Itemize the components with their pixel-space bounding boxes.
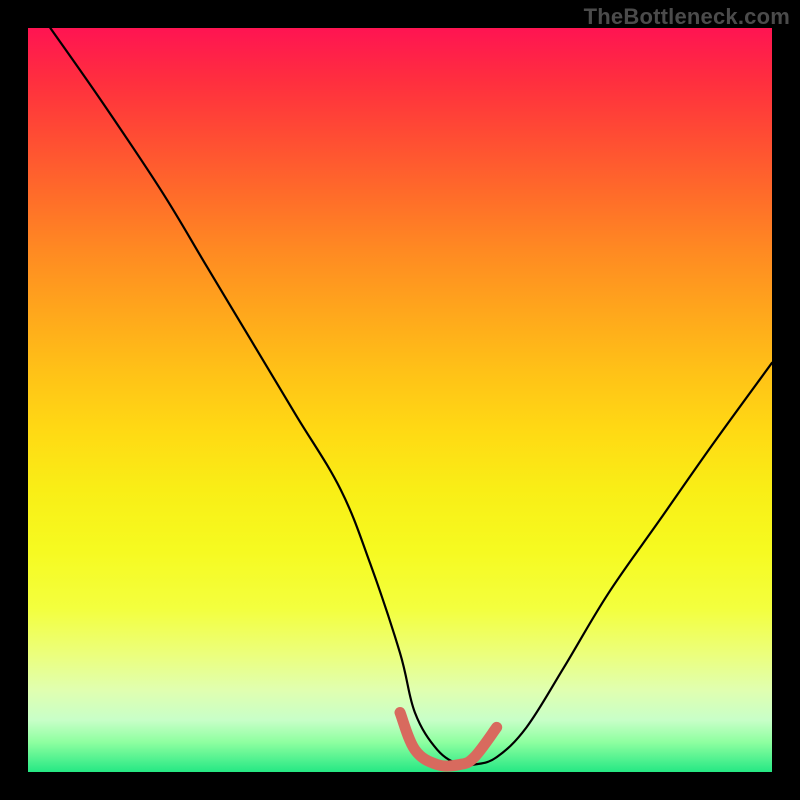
bottleneck-curve-path xyxy=(50,28,772,766)
chart-plot-area xyxy=(28,28,772,772)
chart-svg xyxy=(28,28,772,772)
chart-frame: TheBottleneck.com xyxy=(0,0,800,800)
watermark-label: TheBottleneck.com xyxy=(584,4,790,30)
